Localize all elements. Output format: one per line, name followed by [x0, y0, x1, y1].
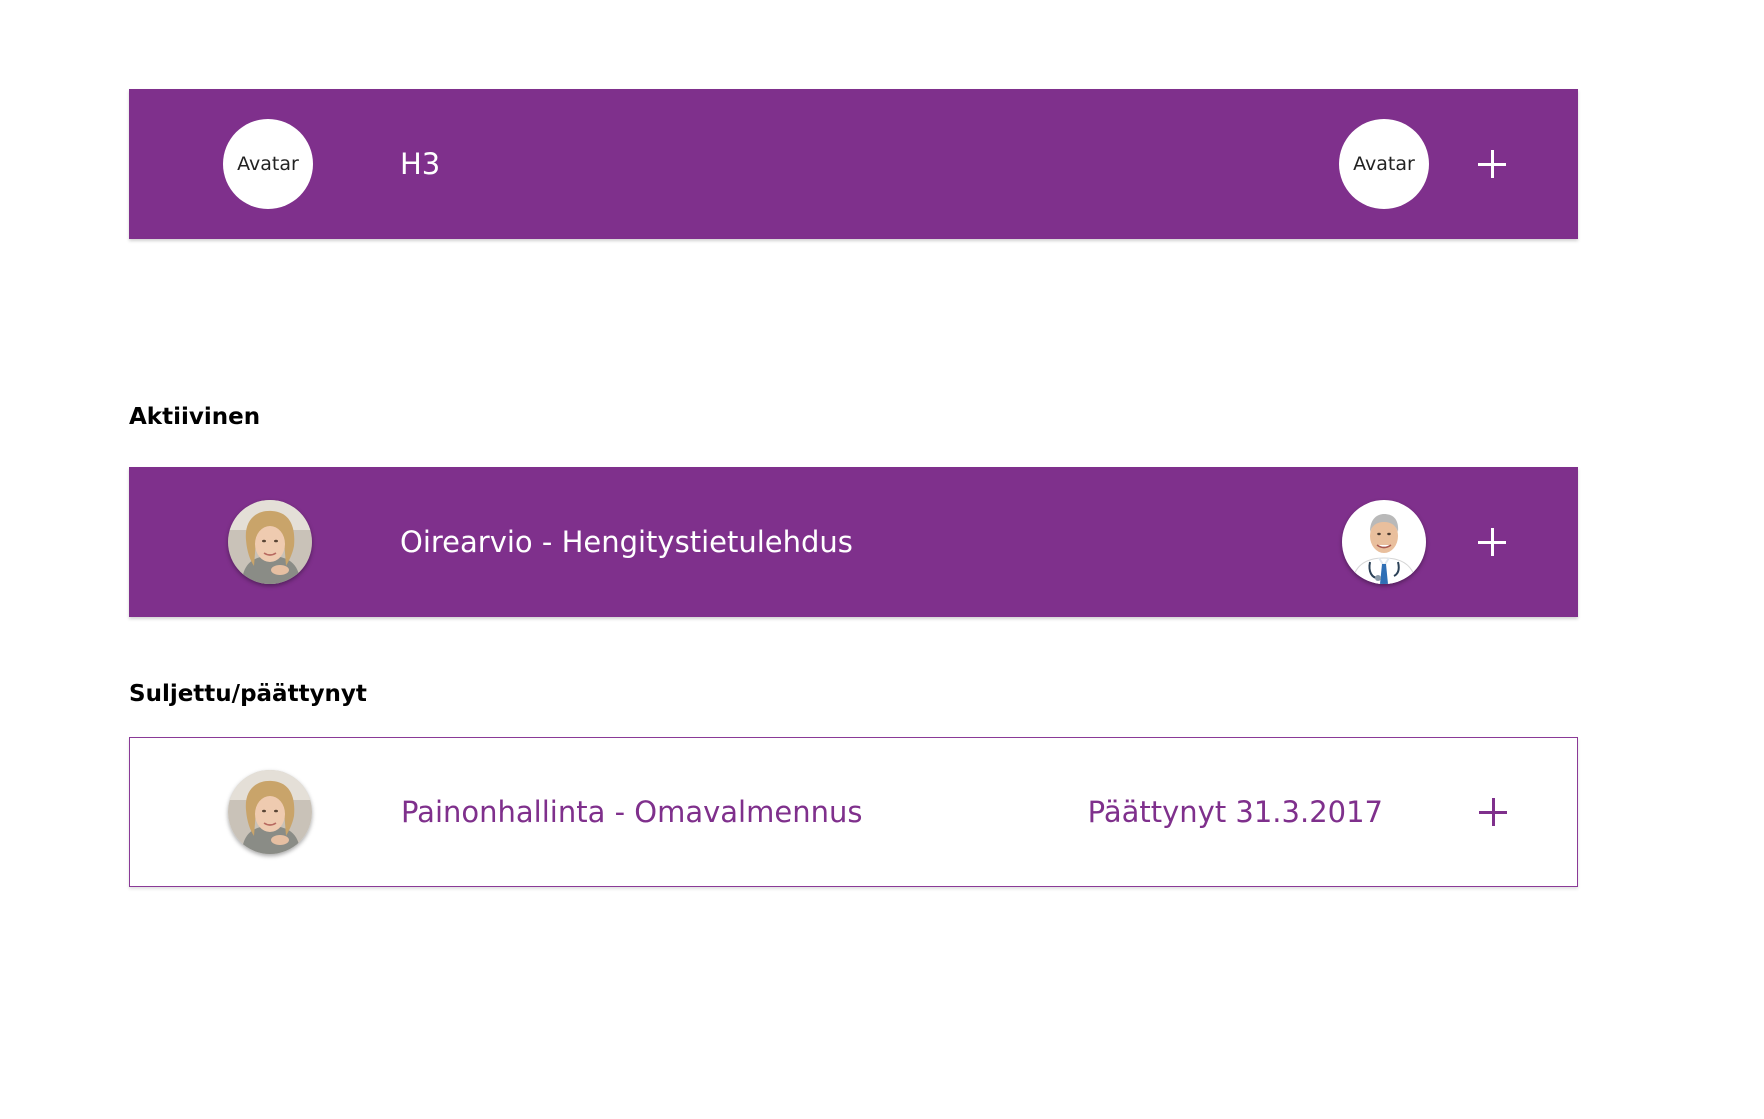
bar-title: H3	[400, 147, 441, 181]
template-bar[interactable]: Avatar H3 Avatar	[129, 89, 1578, 239]
plus-icon[interactable]	[1478, 528, 1506, 556]
status-text: Päättynyt 31.3.2017	[1087, 795, 1383, 829]
plus-icon[interactable]	[1478, 150, 1506, 178]
left-avatar-placeholder: Avatar	[223, 119, 313, 209]
patient-avatar-icon	[228, 500, 312, 584]
bar-title: Oirearvio - Hengitystietulehdus	[400, 525, 853, 559]
right-avatar-placeholder: Avatar	[1339, 119, 1429, 209]
avatar-label: Avatar	[1353, 153, 1415, 175]
doctor-avatar-icon	[1342, 500, 1426, 584]
closed-item-bar[interactable]: Painonhallinta - Omavalmennus Päättynyt …	[129, 737, 1578, 887]
section-heading-closed: Suljettu/päättynyt	[129, 681, 367, 707]
bar-title: Painonhallinta - Omavalmennus	[401, 795, 863, 829]
page: Avatar H3 Avatar Aktiivinen Oirearvio - …	[0, 0, 1764, 1119]
section-heading-active: Aktiivinen	[129, 404, 261, 430]
plus-icon[interactable]	[1479, 798, 1507, 826]
avatar-label: Avatar	[237, 153, 299, 175]
patient-avatar-icon	[228, 770, 312, 854]
active-item-bar[interactable]: Oirearvio - Hengitystietulehdus	[129, 467, 1578, 617]
